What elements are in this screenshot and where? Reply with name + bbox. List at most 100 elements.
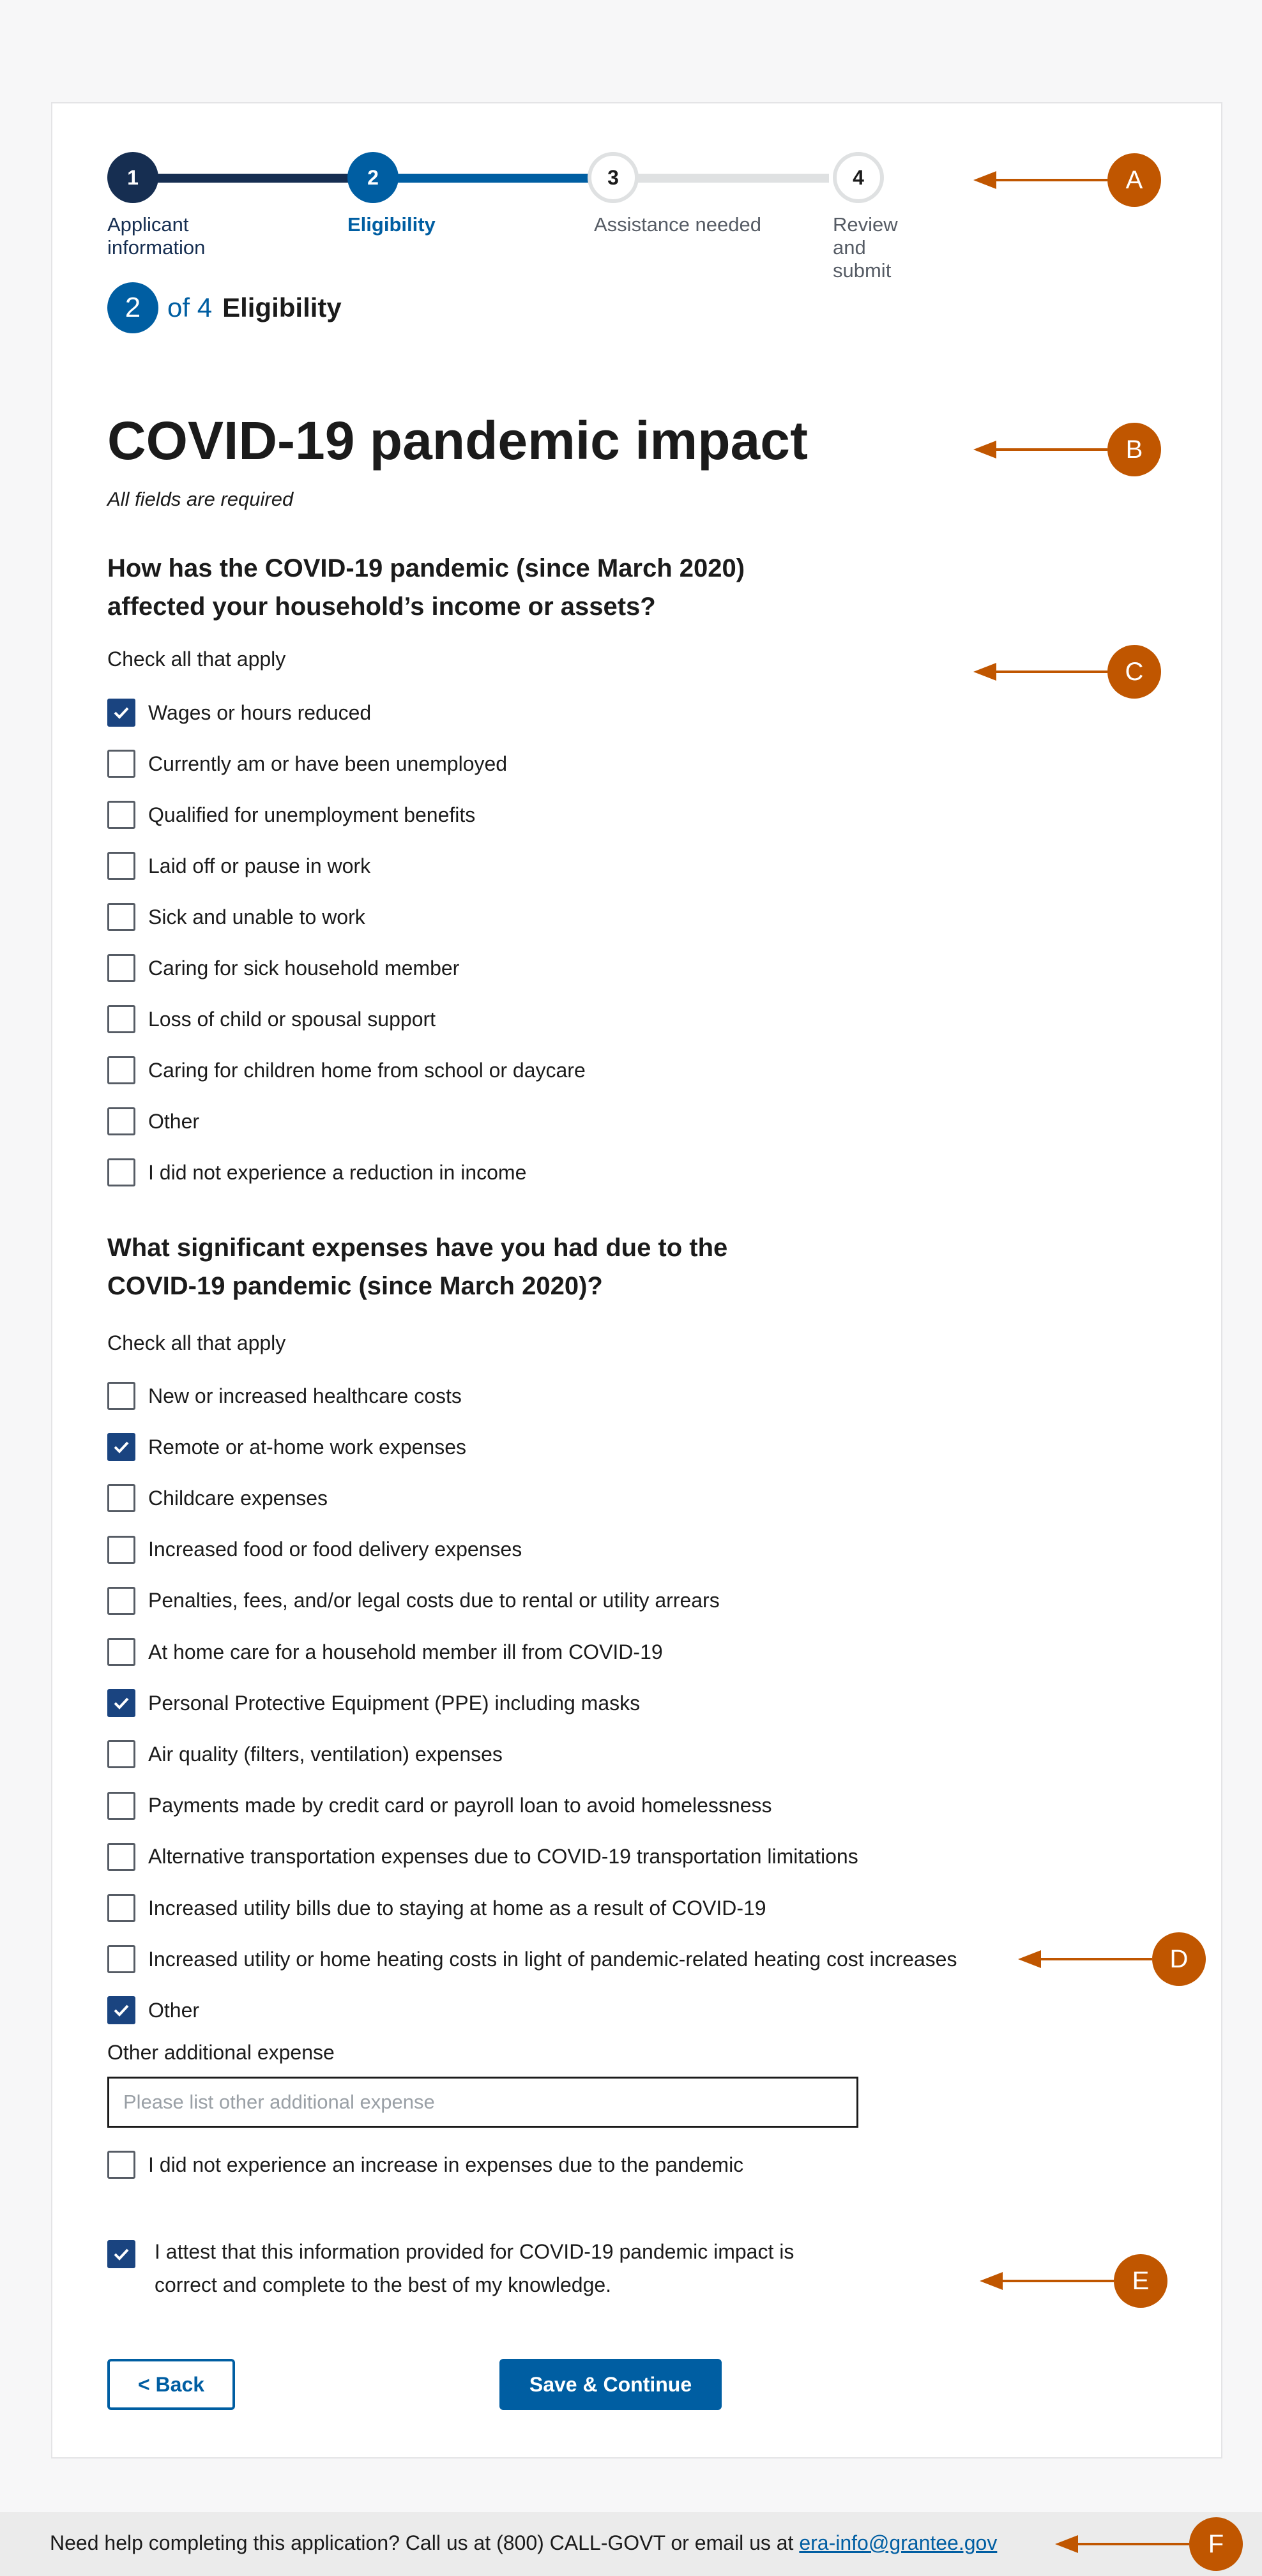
step-connector-1 [146,174,350,183]
expense-option[interactable]: Air quality (filters, ventilation) expen… [107,1739,503,1769]
expense-option[interactable]: Childcare expenses [107,1483,328,1513]
footer-text: Need help completing this application? C… [50,2531,997,2555]
expenses-question-heading: What significant expenses have you had d… [107,1234,728,1300]
income-option[interactable]: Qualified for unemployment benefits [107,799,475,830]
attestation[interactable]: I attest that this information provided … [107,2239,857,2301]
checkbox[interactable] [107,801,135,829]
checkbox[interactable] [107,1740,135,1769]
income-option[interactable]: Sick and unable to work [107,902,365,932]
step-counter-circle: 2 [107,282,158,333]
checkbox-label: I did not experience a reduction in inco… [148,1160,527,1184]
arrow-left-icon [1018,1950,1152,1968]
back-button[interactable]: < Back [107,2359,235,2410]
checkbox[interactable] [107,1382,135,1410]
checkbox-label: Loss of child or spousal support [148,1007,436,1031]
attestation-checkbox[interactable] [107,2240,135,2268]
expense-option[interactable]: New or increased healthcare costs [107,1381,462,1411]
checkmark-icon [114,2005,129,2017]
other-expense-input[interactable] [107,2077,858,2128]
checkbox-label: Caring for children home from school or … [148,1058,586,1082]
save-continue-button[interactable]: Save & Continue [499,2359,722,2410]
income-option[interactable]: I did not experience a reduction in inco… [107,1157,526,1188]
step-2-label: Eligibility [347,213,436,236]
expense-option[interactable]: Remote or at-home work expenses [107,1432,466,1462]
checkbox-label: Other [148,1109,200,1133]
annotation-c: C [973,645,1161,699]
annotation-f: F [1055,2517,1243,2571]
income-hint: Check all that apply [107,648,286,671]
checkbox-label: At home care for a household member ill … [148,1640,663,1663]
checkbox[interactable] [107,1945,135,1974]
expense-option[interactable]: Personal Protective Equipment (PPE) incl… [107,1688,640,1718]
checkbox[interactable] [107,1791,135,1820]
step-3-label: Assistance needed [594,213,761,236]
checkbox[interactable] [107,699,135,727]
footer-help-text: Need help completing this application? C… [50,2531,800,2554]
checkbox[interactable] [107,1005,135,1033]
other-expense-label: Other additional expense [107,2041,335,2064]
step-2-circle: 2 [347,152,399,203]
income-option[interactable]: Laid off or pause in work [107,851,370,881]
checkbox[interactable] [107,1842,135,1871]
annotation-e: E [980,2254,1167,2308]
checkmark-icon [114,1441,129,1454]
no-expense-increase-option[interactable]: I did not experience an increase in expe… [107,2149,743,2180]
expense-option[interactable]: Penalties, fees, and/or legal costs due … [107,1586,720,1616]
annotation-a: A [973,153,1161,207]
checkbox-label: Increased utility bills due to staying a… [148,1896,766,1920]
checkbox-label: Increased utility or home heating costs … [148,1947,957,1971]
footer-email-link[interactable]: era-info@grantee.gov [799,2531,997,2554]
checkbox[interactable] [107,1158,135,1186]
checkbox[interactable] [107,1433,135,1462]
checkbox[interactable] [107,750,135,778]
checkbox-label: Alternative transportation expenses due … [148,1845,858,1868]
checkbox[interactable] [107,852,135,880]
step-counter-total: of 4 [167,292,213,322]
income-option[interactable]: Other [107,1106,199,1137]
checkbox[interactable] [107,1689,135,1718]
expense-option[interactable]: Other [107,1995,199,2026]
checkbox-label: Caring for sick household member [148,956,460,980]
income-option[interactable]: Currently am or have been unemployed [107,748,507,779]
expense-option[interactable]: Increased utility or home heating costs … [107,1944,957,1974]
checkbox[interactable] [107,954,135,982]
attestation-line-2: correct and complete to the best of my k… [155,2273,612,2296]
checkbox[interactable] [107,1107,135,1135]
checkmark-icon [114,707,129,719]
checkbox[interactable] [107,1535,135,1564]
checkbox[interactable] [107,903,135,931]
checkbox[interactable] [107,1894,135,1922]
annotation-badge: E [1114,2254,1167,2308]
checkbox-label: I did not experience an increase in expe… [148,2153,744,2176]
step-1-circle: 1 [107,152,158,203]
expense-option[interactable]: Increased food or food delivery expenses [107,1534,522,1565]
expense-option[interactable]: Payments made by credit card or payroll … [107,1791,772,1821]
checkbox-label: Laid off or pause in work [148,854,371,877]
income-option[interactable]: Loss of child or spousal support [107,1004,436,1034]
expense-option[interactable]: Increased utility bills due to staying a… [107,1893,766,1923]
checkbox-label: Currently am or have been unemployed [148,752,508,775]
checkbox[interactable] [107,1056,135,1084]
step-1-label: Applicant information [107,213,206,259]
arrow-left-icon [973,663,1107,681]
expense-option[interactable]: At home care for a household member ill … [107,1637,663,1667]
arrow-left-icon [973,441,1107,458]
annotation-d: D [1018,1932,1206,1986]
income-option[interactable]: Wages or hours reduced [107,697,371,728]
attestation-line-1: I attest that this information provided … [155,2240,794,2263]
checkbox-label: Remote or at-home work expenses [148,1435,466,1458]
step-counter-name: Eligibility [222,292,342,322]
income-option[interactable]: Caring for children home from school or … [107,1055,586,1086]
expense-option[interactable]: Alternative transportation expenses due … [107,1842,858,1872]
checkbox[interactable] [107,1638,135,1666]
checkbox[interactable] [107,1586,135,1615]
step-4-label: Review and submit [833,213,898,282]
checkbox[interactable] [107,1996,135,2025]
checkbox[interactable] [107,2151,135,2179]
checkbox[interactable] [107,1484,135,1513]
income-option[interactable]: Caring for sick household member [107,953,459,983]
annotation-b: B [973,423,1161,476]
step-connector-2 [386,174,590,183]
checkbox-label: Sick and unable to work [148,905,365,928]
checkbox-label: Air quality (filters, ventilation) expen… [148,1742,503,1766]
